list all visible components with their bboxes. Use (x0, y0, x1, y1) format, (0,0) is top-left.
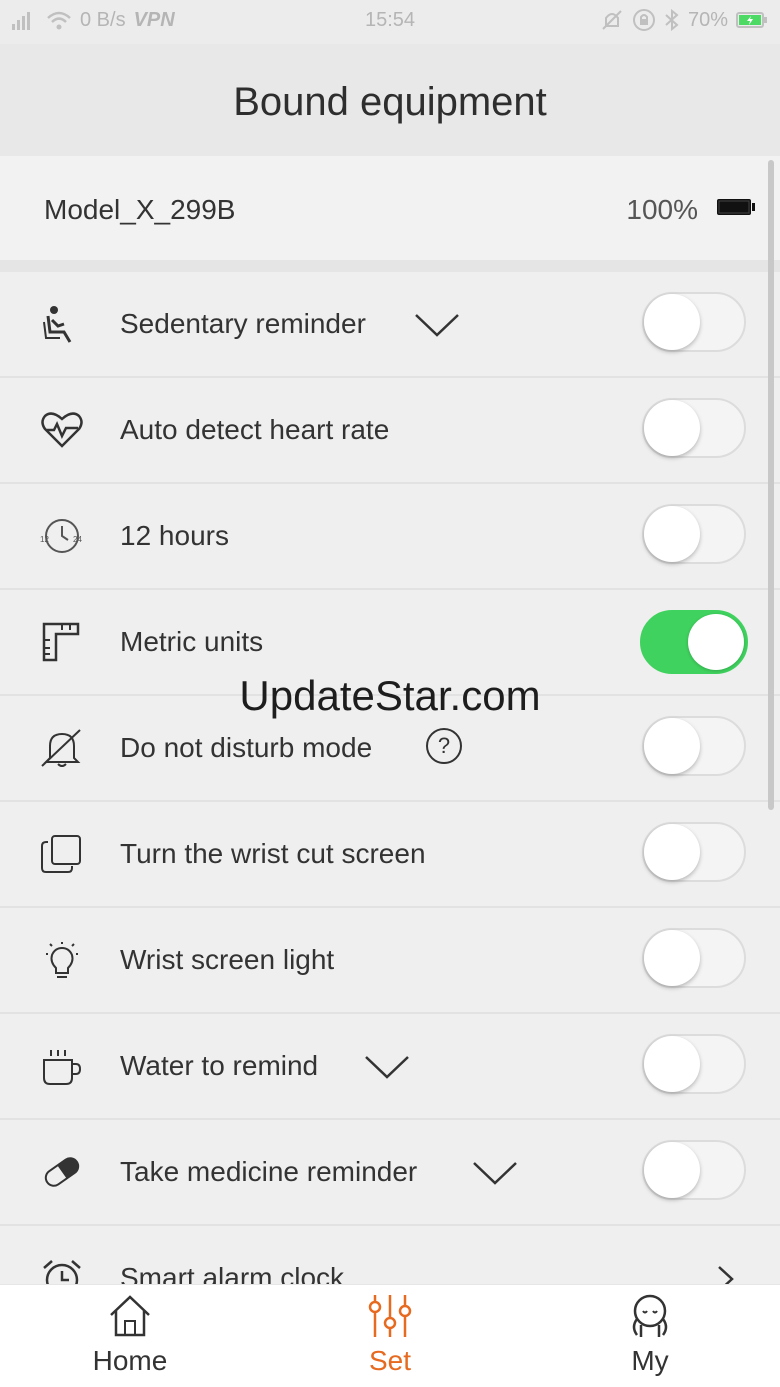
tab-my[interactable]: My (520, 1285, 780, 1387)
battery-percent: 70% (687, 8, 728, 31)
12-hours-toggle[interactable] (642, 504, 746, 564)
setting-label: Take medicine reminder (120, 1156, 418, 1187)
screens-icon (41, 835, 81, 873)
status-bar: 0 B/s VPN 15:54 70% (0, 0, 780, 44)
lock-rotation-icon (632, 9, 655, 31)
sedentary-reminder-toggle[interactable] (642, 292, 746, 352)
sedentary-icon (43, 306, 72, 343)
mute-icon (602, 10, 622, 30)
profile-icon (632, 1294, 668, 1337)
setting-water-remind: Water to remind (0, 1014, 780, 1120)
battery-charging-icon (736, 12, 767, 28)
setting-label: Sedentary reminder (120, 308, 366, 339)
setting-label: Do not disturb mode (120, 732, 373, 763)
setting-heart-rate: Auto detect heart rate (0, 378, 780, 484)
home-icon (110, 1295, 150, 1337)
app-header: Bound equipment (0, 44, 780, 156)
device-name: Model_X_299B (44, 194, 236, 225)
sliders-icon (368, 1295, 412, 1337)
setting-label: 12 hours (120, 520, 229, 551)
setting-label: Wrist screen light (120, 944, 335, 975)
settings-list: Sedentary reminder Auto detect heart rat… (0, 272, 780, 1332)
setting-label: Water to remind (120, 1050, 319, 1081)
medicine-reminder-toggle[interactable] (642, 1140, 746, 1200)
setting-label: Metric units (120, 626, 264, 657)
section-divider (0, 260, 780, 272)
bluetooth-icon (665, 8, 679, 32)
setting-metric-units: Metric units (0, 590, 780, 696)
tab-home[interactable]: Home (0, 1285, 260, 1387)
cup-icon (43, 1050, 82, 1085)
chevron-down-icon[interactable] (364, 1054, 410, 1080)
bulb-icon (46, 942, 78, 978)
tab-bar: Home Set My (0, 1284, 780, 1387)
wrist-screen-light-toggle[interactable] (642, 928, 746, 988)
svg-text:24: 24 (73, 535, 82, 544)
setting-wrist-cut-screen: Turn the wrist cut screen (0, 802, 780, 908)
help-icon[interactable]: ? (426, 728, 462, 764)
setting-do-not-disturb: Do not disturb mode ? (0, 696, 780, 802)
metric-units-toggle[interactable] (640, 610, 748, 674)
heart-rate-toggle[interactable] (642, 398, 746, 458)
chevron-down-icon[interactable] (414, 312, 460, 338)
tab-label: Home (92, 1345, 168, 1376)
bell-off-icon (41, 729, 81, 767)
ruler-icon (42, 622, 80, 662)
svg-text:12: 12 (40, 535, 49, 544)
wrist-cut-screen-toggle[interactable] (642, 822, 746, 882)
scrollbar[interactable] (768, 160, 774, 810)
setting-medicine-reminder: Take medicine reminder (0, 1120, 780, 1226)
device-card[interactable]: Model_X_299B 100% (0, 156, 780, 260)
water-remind-toggle[interactable] (642, 1034, 746, 1094)
do-not-disturb-toggle[interactable] (642, 716, 746, 776)
setting-12-hours: 12 24 12 hours (0, 484, 780, 590)
setting-label: Turn the wrist cut screen (120, 838, 426, 869)
heart-rate-icon (41, 412, 83, 448)
device-battery-icon (717, 199, 755, 215)
pill-icon (44, 1157, 80, 1187)
device-battery-text: 100% (626, 194, 698, 225)
chevron-down-icon[interactable] (472, 1160, 518, 1186)
tab-set[interactable]: Set (260, 1285, 520, 1387)
tab-label: Set (368, 1345, 412, 1376)
page-title: Bound equipment (233, 80, 547, 124)
setting-label: Auto detect heart rate (120, 414, 390, 445)
setting-wrist-screen-light: Wrist screen light (0, 908, 780, 1014)
tab-label: My (631, 1345, 669, 1376)
clock-12-24-icon: 12 24 (40, 519, 82, 553)
setting-sedentary-reminder: Sedentary reminder (0, 272, 780, 378)
